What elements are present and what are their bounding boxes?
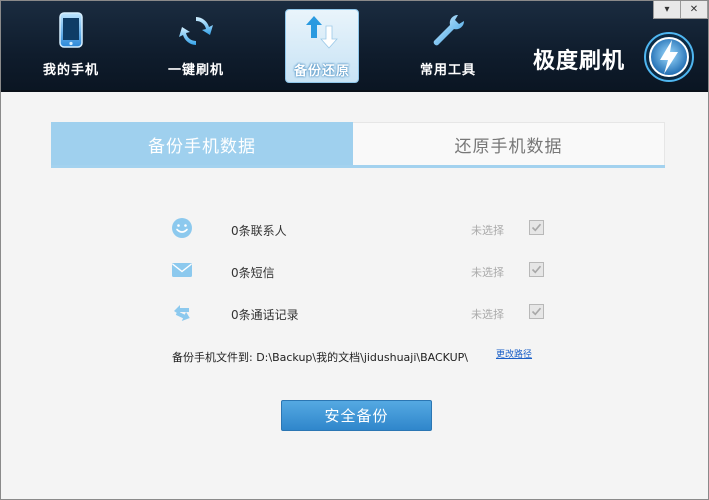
- tab-underline: [51, 165, 665, 168]
- check-icon: [531, 265, 542, 274]
- phone-icon: [59, 12, 83, 48]
- tab-restore[interactable]: 还原手机数据: [353, 122, 665, 166]
- smile-icon: [172, 218, 192, 238]
- nav-label: 我的手机: [42, 63, 99, 78]
- nav-one-click-flash[interactable]: 一键刷机: [158, 7, 234, 83]
- nav-my-phone[interactable]: 我的手机: [33, 7, 109, 83]
- check-icon: [531, 223, 542, 232]
- contacts-row: 0条联系人 未选择: [171, 217, 551, 241]
- safe-backup-button[interactable]: 安全备份: [281, 400, 432, 431]
- call-log-state: 未选择: [471, 308, 504, 321]
- contacts-state: 未选择: [471, 224, 504, 237]
- nav-backup-restore[interactable]: 备份还原: [285, 9, 359, 83]
- tab-bar: 备份手机数据 还原手机数据: [51, 122, 665, 166]
- wrench-icon: [433, 14, 465, 46]
- call-log-count: 0条通话记录: [231, 308, 299, 322]
- check-icon: [531, 307, 542, 316]
- sms-count: 0条短信: [231, 266, 275, 280]
- call-log-row: 0条通话记录 未选择: [171, 301, 551, 325]
- lightning-logo-icon: [644, 32, 694, 82]
- sms-state: 未选择: [471, 266, 504, 279]
- call-log-icon: [174, 305, 190, 321]
- refresh-icon: [179, 17, 213, 45]
- backup-restore-icon: [306, 16, 338, 49]
- app-window: 我的手机 一键刷机 备份还原 常用工具 极度刷机 ▾ ✕ 备份手机数据 还原手机…: [0, 0, 709, 500]
- sms-checkbox[interactable]: [529, 262, 544, 277]
- nav-label: 一键刷机: [167, 63, 224, 78]
- window-controls: ▾ ✕: [653, 1, 708, 19]
- dropdown-menu-icon[interactable]: ▾: [653, 1, 681, 19]
- close-icon[interactable]: ✕: [681, 1, 708, 19]
- nav-common-tools[interactable]: 常用工具: [410, 7, 486, 83]
- nav-label: 备份还原: [293, 64, 350, 79]
- contacts-count: 0条联系人: [231, 224, 287, 238]
- nav-label: 常用工具: [419, 63, 476, 78]
- sms-row: 0条短信 未选择: [171, 259, 551, 283]
- top-toolbar: 我的手机 一键刷机 备份还原 常用工具 极度刷机 ▾ ✕: [1, 1, 708, 92]
- mail-icon: [172, 263, 192, 277]
- call-log-checkbox[interactable]: [529, 304, 544, 319]
- change-path-link[interactable]: 更改路径: [496, 347, 532, 360]
- tab-backup[interactable]: 备份手机数据: [51, 122, 353, 166]
- brand-name: 极度刷机: [533, 49, 626, 74]
- backup-path-label: 备份手机文件到: D:\Backup\我的文档\jidushuaji\BACKU…: [172, 351, 468, 364]
- contacts-checkbox[interactable]: [529, 220, 544, 235]
